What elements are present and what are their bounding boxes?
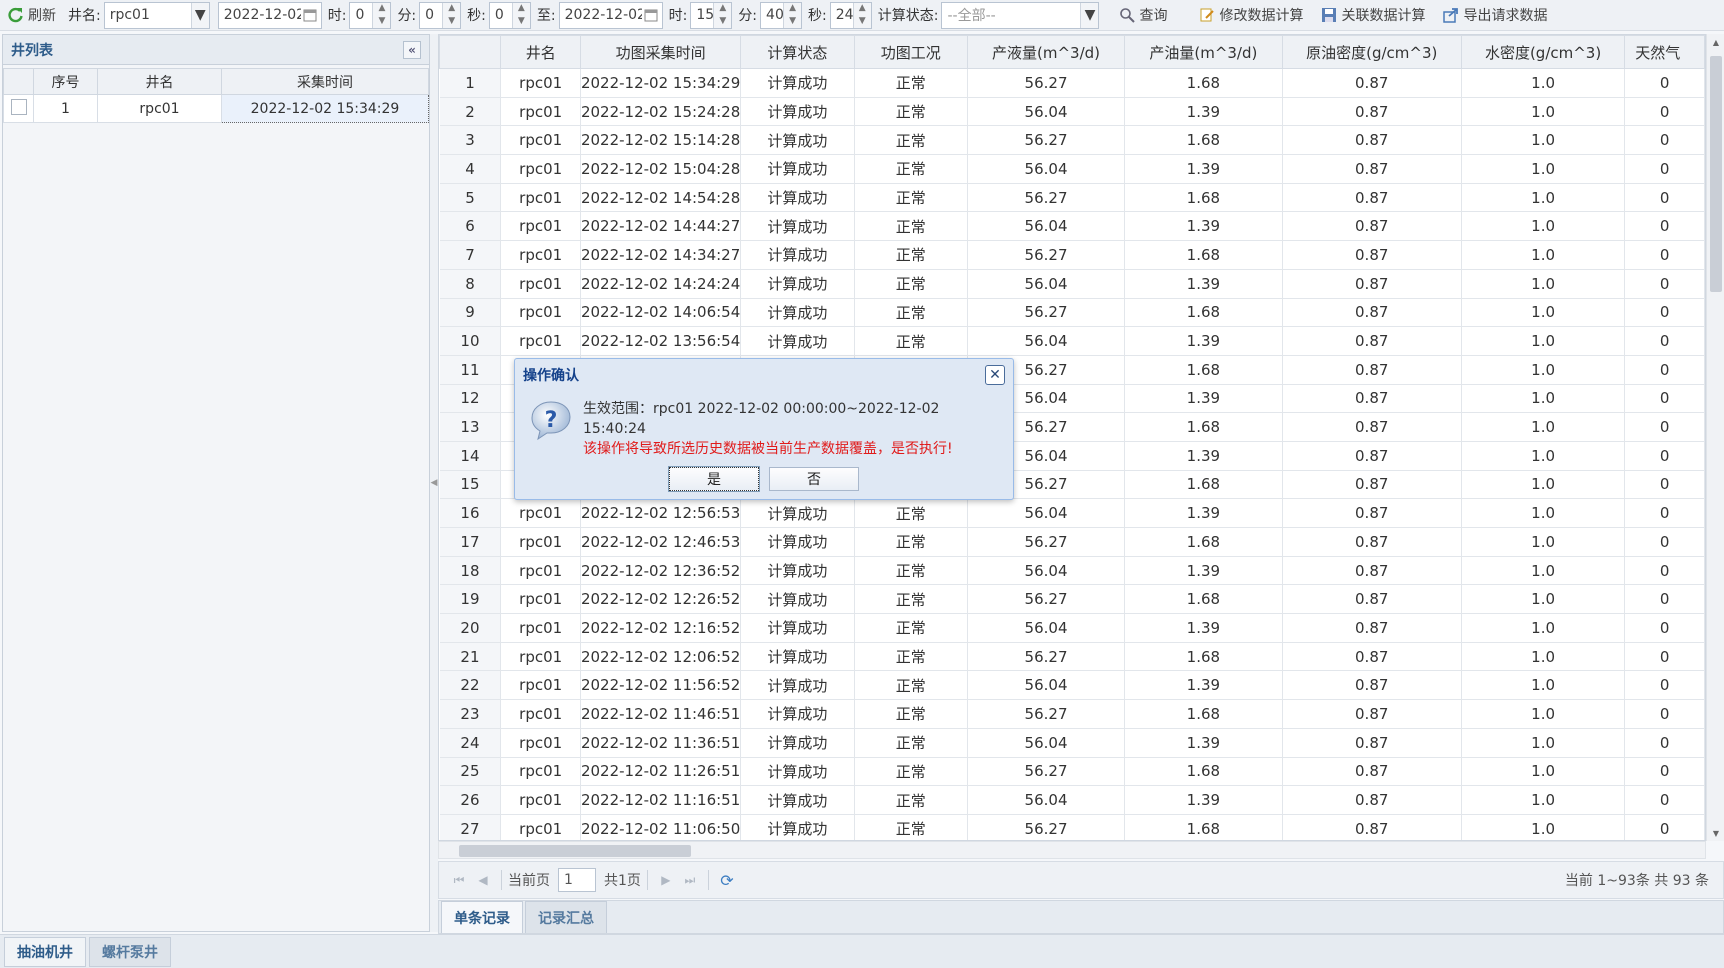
dialog-body: ? 生效范围：rpc01 2022-12-02 00:00:00~2022-12… xyxy=(515,391,1013,459)
dialog-title: 操作确认 xyxy=(523,368,579,384)
dialog-buttons: 是 否 xyxy=(515,466,1013,492)
dialog-scope-text: 生效范围：rpc01 2022-12-02 00:00:00~2022-12-0… xyxy=(583,401,940,437)
question-icon: ? xyxy=(529,399,573,443)
confirm-dialog: 操作确认 ✕ ? 生效范围：rpc01 2022-12-02 00:00:00~… xyxy=(514,358,1014,500)
yes-button[interactable]: 是 xyxy=(668,466,760,492)
dialog-message: 生效范围：rpc01 2022-12-02 00:00:00~2022-12-0… xyxy=(583,395,999,459)
close-icon[interactable]: ✕ xyxy=(985,365,1005,385)
no-button[interactable]: 否 xyxy=(769,467,859,491)
dialog-header: 操作确认 ✕ xyxy=(515,359,1013,391)
svg-text:?: ? xyxy=(545,408,558,433)
dialog-warning-text: 该操作将导致所选历史数据被当前生产数据覆盖，是否执行! xyxy=(583,441,953,457)
